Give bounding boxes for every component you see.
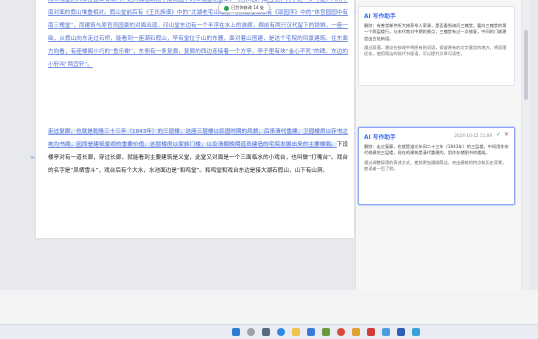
revised-text-link[interactable]: 而三槐堂的具体位置却有疑问。这两篇楹联题于南高园中的三槐堂北壁上，与吉庆园门联互… bbox=[48, 0, 348, 68]
comment-panel: AI 写作助手 删除：有善堂邮件所大修养举人荣源，是否看到询问三槐堂，要向三槐堂… bbox=[355, 0, 521, 290]
search-icon[interactable] bbox=[247, 328, 255, 336]
suggestion-note: 通过调整段落的表述方式，使其更加通顺简洁，突出建筑的特点和历史背景，使读者一目了… bbox=[364, 159, 507, 171]
document-workspace: 而三槐堂的具体位置却有疑问。这两篇楹联题于南高园中的三槐堂北壁上，与吉庆园门联互… bbox=[0, 0, 538, 290]
reject-icon[interactable]: ✕ bbox=[504, 131, 509, 138]
suggestion-text: 删除：有善堂邮件所大修养举人荣源，是否看到询问三槐堂，要向三槐堂的第一个两层楼行… bbox=[364, 23, 507, 41]
app-icon[interactable] bbox=[412, 328, 420, 336]
suggestion-text: 删除：走过复廊，也就是道光年间二十三年（1843年）的三层楼，中间用作宋代修建的… bbox=[364, 144, 509, 156]
mail-icon[interactable] bbox=[307, 328, 315, 336]
app-icon[interactable] bbox=[367, 328, 375, 336]
task-view-icon[interactable] bbox=[262, 328, 270, 336]
lower-area bbox=[0, 290, 538, 324]
check-circle-icon bbox=[223, 5, 229, 11]
ai-suggestion-card[interactable]: AI 写作助手 删除：有善堂邮件所大修养举人荣源，是否看到询问三槐堂，要向三槐堂… bbox=[358, 6, 515, 86]
scrollbar-thumb[interactable] bbox=[524, 30, 528, 100]
app-icon[interactable] bbox=[352, 328, 360, 336]
app-icon[interactable] bbox=[322, 328, 330, 336]
document-paragraph[interactable]: 而三槐堂的具体位置却有疑问。这两篇楹联题于南高园中的三槐堂北壁上，与吉庆园门联互… bbox=[48, 0, 348, 72]
app-icon[interactable] bbox=[337, 328, 345, 336]
vertical-scrollbar[interactable] bbox=[522, 0, 530, 290]
card-title: AI 写作助手 bbox=[364, 14, 396, 20]
accept-icon[interactable]: ✓ bbox=[496, 131, 501, 138]
folder-icon[interactable] bbox=[292, 328, 300, 336]
card-timestamp: 2024-10-22 11:09 bbox=[454, 133, 492, 138]
suggestion-note: 通过段落，建议在修改中将原有的词语，保留原有的文字意旨的地方，将段落优化，使用简… bbox=[364, 44, 507, 57]
app-icon[interactable] bbox=[397, 328, 405, 336]
document-paragraph[interactable]: 走过复廊，也就是乾隆三十三年（1843年）的三层楼，这座三层楼以民国时期的风貌，… bbox=[48, 126, 348, 178]
revised-text-link[interactable]: 走过复廊，也就是乾隆三十三年（1843年）的三层楼，这座三层楼以民国时期的风貌，… bbox=[48, 129, 348, 148]
taskbar bbox=[0, 324, 538, 339]
card-actions: ✓ ✕ bbox=[496, 131, 509, 138]
notification-toast[interactable]: 已为你修改 14 处 bbox=[218, 2, 270, 13]
toast-text: 已为你修改 14 处 bbox=[230, 5, 265, 10]
browser-icon[interactable] bbox=[277, 328, 285, 336]
windows-start-icon[interactable] bbox=[232, 328, 240, 336]
document-page[interactable]: 而三槐堂的具体位置却有疑问。这两篇楹联题于南高园中的三槐堂北壁上，与吉庆园门联互… bbox=[36, 0, 354, 238]
ai-suggestion-card-active[interactable]: AI 写作助手 2024-10-22 11:09 ✓ ✕ 删除：走过复廊，也就是道… bbox=[358, 127, 515, 205]
paragraph-marker-icon[interactable]: ≡ bbox=[30, 154, 35, 161]
app-icon[interactable] bbox=[382, 328, 390, 336]
